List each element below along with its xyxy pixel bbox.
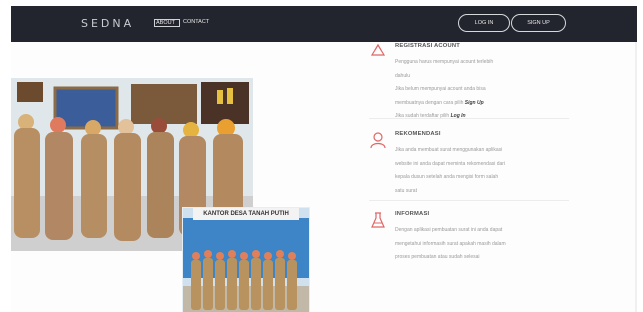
flask-icon	[371, 212, 385, 228]
brand-text: SEDNA	[81, 17, 135, 30]
feature-title: REGISTRASI ACOUNT	[395, 43, 461, 49]
brand-logo[interactable]: SEDNA	[81, 17, 134, 30]
navbar: SEDNA ABOUT CONTACT LOG IN SIGN UP	[11, 6, 637, 42]
feature-text-line: proses pembuatan atau sudah selesai	[395, 254, 480, 260]
feature-text-line: Jika belum mempunyai acount anda bisa	[395, 86, 486, 92]
feature-text-line: mengetahui informasih surat apakah masih…	[395, 240, 506, 247]
signup-link[interactable]: Sign Up	[465, 100, 484, 106]
feature-description: Pengguna harus mempunyai acount terlebih…	[395, 56, 555, 124]
login-button[interactable]: LOG IN	[458, 14, 510, 32]
feature-text-line: dahulu	[395, 72, 411, 79]
nav-about-link[interactable]: ABOUT	[154, 19, 180, 27]
feature-text-prefix: membuatnya dengan cara pilih	[395, 99, 465, 106]
recycle-icon	[370, 43, 386, 56]
signup-button[interactable]: SIGN UP	[511, 14, 566, 32]
feature-title: INFORMASI	[395, 211, 430, 217]
feature-text-line: membuatnya dengan cara pilih Sign Up	[395, 97, 555, 111]
feature-text-line: Jika anda membuat surat menggunakan apli…	[395, 147, 503, 153]
user-icon	[370, 132, 386, 149]
page-frame: SEDNA ABOUT CONTACT LOG IN SIGN UP KANTO…	[11, 0, 637, 312]
feature-informasi: INFORMASI Dengan aplikasi pembuatan sura…	[369, 211, 549, 261]
section-divider	[369, 200, 569, 201]
office-people-drawing	[191, 250, 297, 310]
feature-description: Jika anda membuat surat menggunakan apli…	[395, 144, 555, 198]
section-divider	[369, 118, 569, 119]
feature-text-line: website ini anda dapat meminta rekomenda…	[395, 160, 506, 167]
feature-rekomendasi: REKOMENDASI Jika anda membuat surat meng…	[369, 131, 549, 194]
feature-registrasi: REGISTRASI ACOUNT Pengguna harus mempuny…	[369, 43, 549, 119]
scrollbar-track[interactable]	[635, 42, 637, 312]
nav-contact-link[interactable]: CONTACT	[183, 19, 209, 25]
feature-text-line: Dengan aplikasi pembuatan surat ini anda…	[395, 227, 503, 233]
feature-description: Dengan aplikasi pembuatan surat ini anda…	[395, 224, 555, 265]
feature-text-line: Jika sudah terdaftar pilih Log In	[395, 110, 555, 124]
feature-title: REKOMENDASI	[395, 131, 441, 137]
office-photo: KANTOR DESA TANAH PUTIH	[182, 207, 310, 312]
feature-text-line: kepala dusun setelah anda mengisi form s…	[395, 174, 499, 180]
feature-text-line: Pengguna harus mempunyai acount terlebih	[395, 59, 494, 65]
feature-text-line: satu surat	[395, 187, 417, 194]
